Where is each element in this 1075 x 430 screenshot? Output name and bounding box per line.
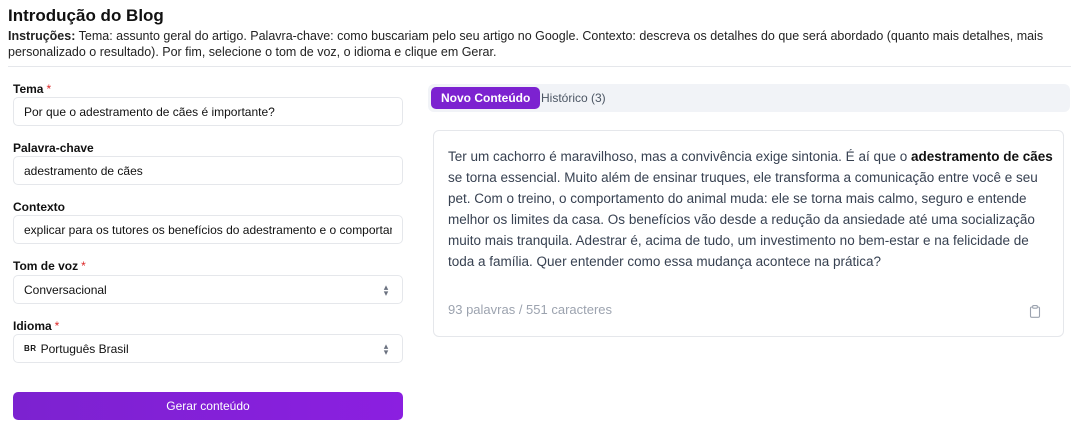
instructions-text: Tema: assunto geral do artigo. Palavra-c… — [8, 29, 1044, 59]
header-divider — [8, 66, 1071, 67]
idioma-select[interactable]: BR Português Brasil ▴ ▾ — [13, 334, 403, 363]
idioma-label: Idioma * — [13, 319, 59, 333]
tom-de-voz-select[interactable]: Conversacional ▴ ▾ — [13, 275, 403, 304]
tom-de-voz-label: Tom de voz * — [13, 259, 86, 273]
palavra-chave-value: adestramento de cães — [24, 163, 143, 178]
tema-label: Tema * — [13, 82, 51, 96]
generated-text-part: se torna essencial. Muito além de ensina… — [448, 170, 1038, 269]
tab-historico[interactable]: Histórico (3) — [531, 87, 616, 109]
instructions: Instruções: Tema: assunto geral do artig… — [8, 28, 1068, 60]
contexto-value: explicar para os tutores os benefícios d… — [24, 222, 392, 237]
palavra-chave-label-text: Palavra-chave — [13, 141, 94, 155]
generate-content-button[interactable]: Gerar conteúdo — [13, 392, 403, 420]
idioma-label-text: Idioma — [13, 319, 52, 333]
word-char-counter: 93 palavras / 551 caracteres — [448, 302, 613, 317]
idioma-value: Português Brasil — [40, 341, 129, 356]
tema-label-text: Tema — [13, 82, 44, 96]
instructions-label: Instruções: — [8, 29, 76, 43]
palavra-chave-label: Palavra-chave — [13, 141, 94, 155]
result-tabs: Novo Conteúdo Histórico (3) — [428, 84, 1070, 112]
generated-text-part: Ter um cachorro é maravilhoso, mas a con… — [448, 149, 911, 164]
required-mark: * — [81, 259, 86, 273]
palavra-chave-input[interactable]: adestramento de cães — [13, 156, 403, 185]
page-title: Introdução do Blog — [8, 6, 164, 25]
chevron-updown-icon: ▴ ▾ — [383, 282, 389, 298]
tema-input[interactable]: Por que o adestramento de cães é importa… — [13, 97, 403, 126]
tema-value: Por que o adestramento de cães é importa… — [24, 104, 275, 119]
generated-content-card: Ter um cachorro é maravilhoso, mas a con… — [433, 130, 1064, 337]
clipboard-icon[interactable] — [1029, 305, 1041, 318]
required-mark: * — [54, 319, 60, 333]
flag-br-icon: BR — [24, 344, 37, 353]
chevron-updown-icon: ▴ ▾ — [383, 341, 389, 357]
contexto-label-text: Contexto — [13, 200, 65, 214]
tom-de-voz-value: Conversacional — [24, 282, 107, 297]
generated-text: Ter um cachorro é maravilhoso, mas a con… — [448, 146, 1054, 272]
contexto-label: Contexto — [13, 200, 65, 214]
tab-novo-conteudo[interactable]: Novo Conteúdo — [431, 87, 541, 109]
generated-text-keyword: adestramento de cães — [910, 149, 1053, 164]
contexto-input[interactable]: explicar para os tutores os benefícios d… — [13, 215, 403, 244]
tom-de-voz-label-text: Tom de voz — [13, 259, 79, 273]
required-mark: * — [46, 82, 52, 96]
